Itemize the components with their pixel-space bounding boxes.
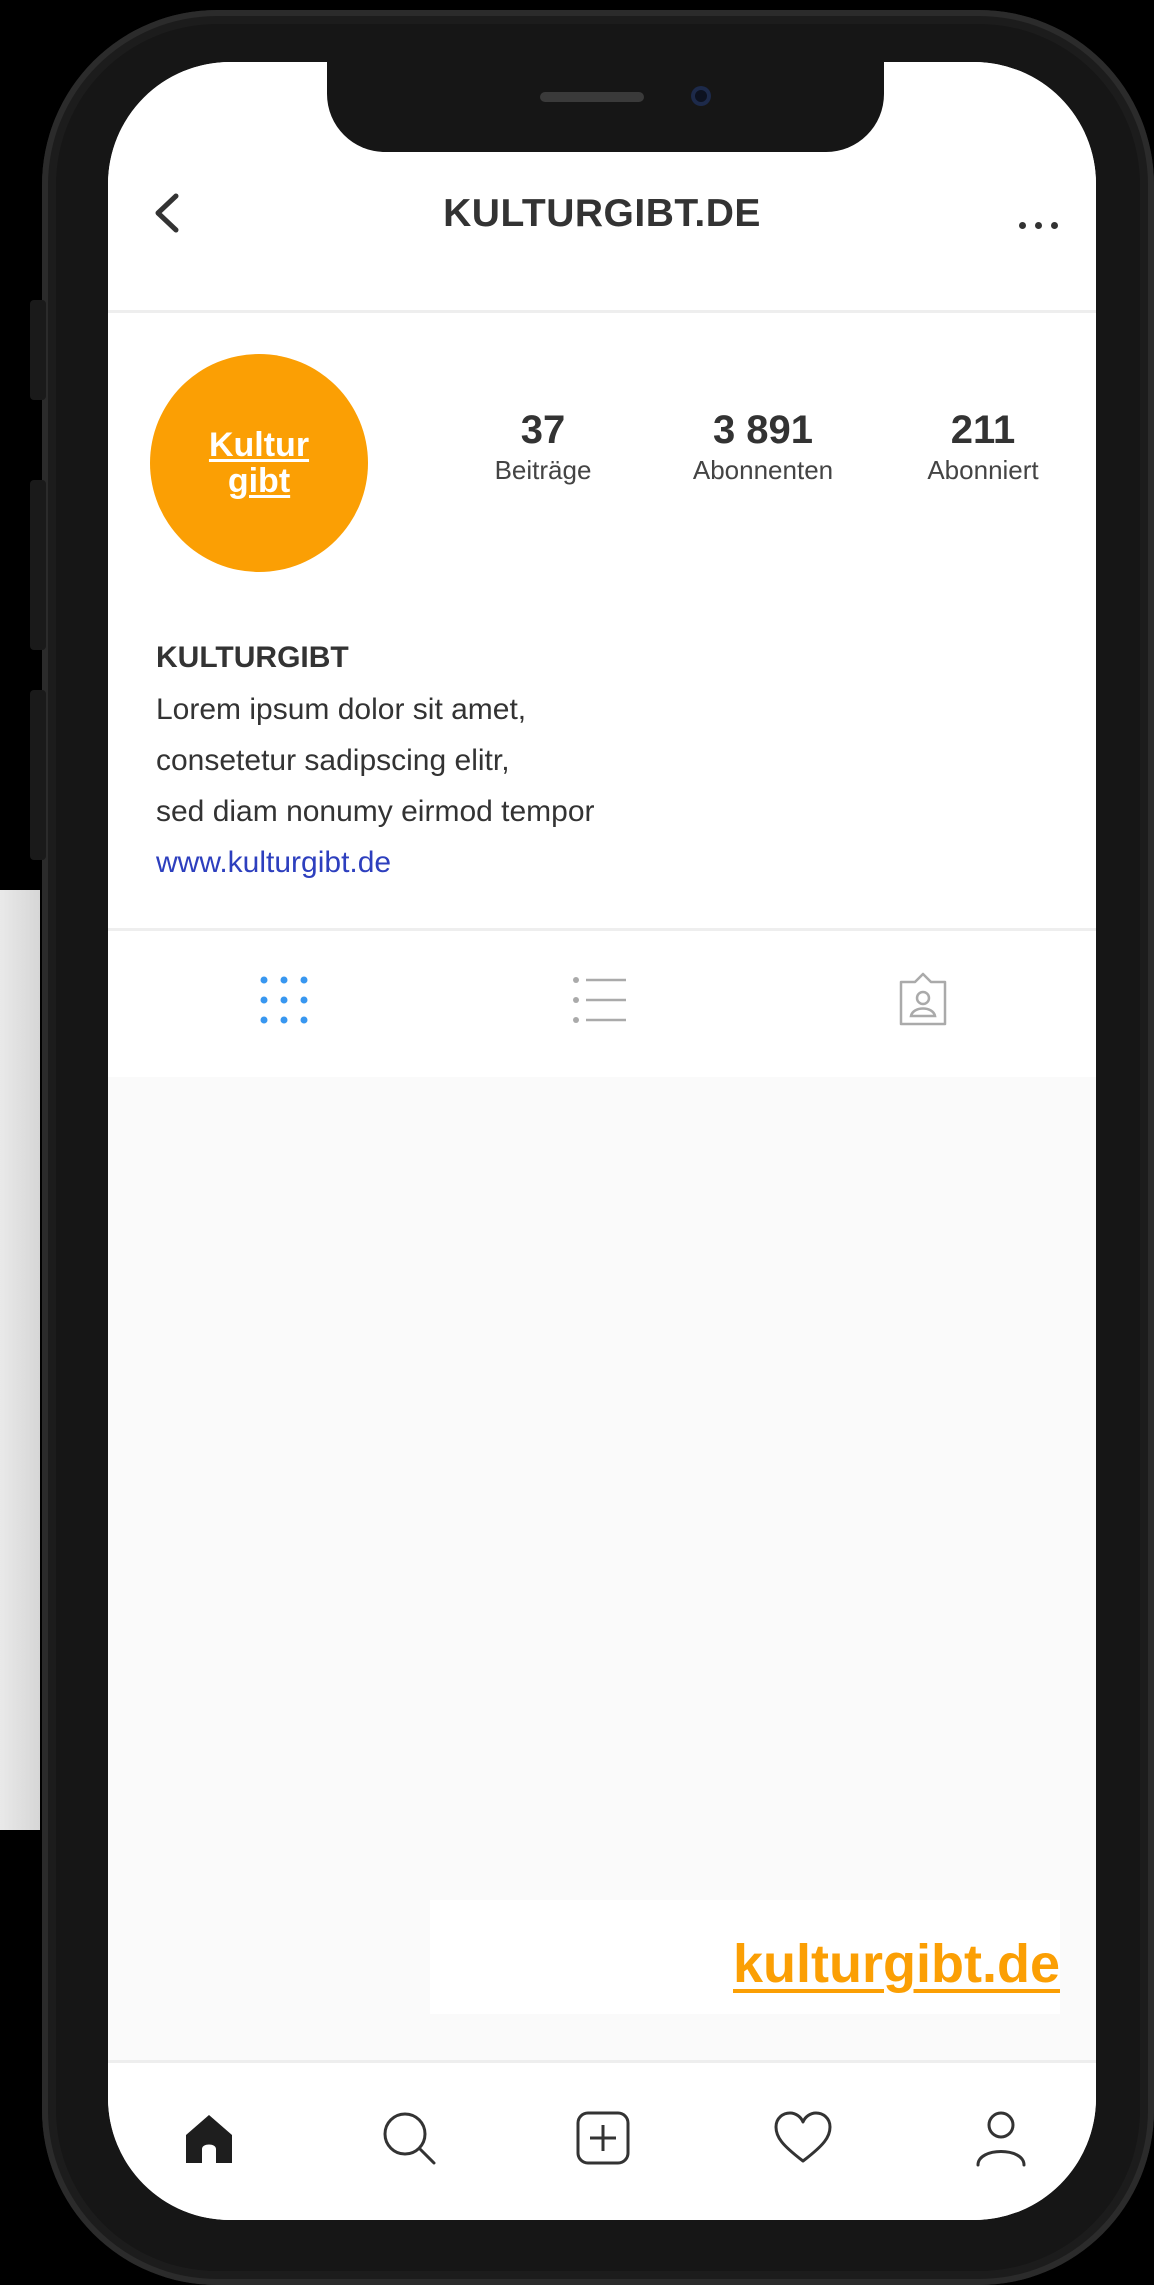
stat-posts-value: 37 <box>520 408 566 452</box>
stat-following-label: Abonniert <box>927 455 1039 485</box>
stat-followers-value: 3 891 <box>712 408 814 452</box>
speaker-grille <box>540 92 644 102</box>
stat-posts[interactable]: 37 Beiträge <box>473 407 613 487</box>
profile-name: KULTURGIBT <box>156 641 349 674</box>
tabs-divider <box>108 928 1096 931</box>
bio-line-3: sed diam nonumy eirmod tempor <box>156 795 595 828</box>
bio-line-2: consetetur sadipscing elitr, <box>156 744 510 777</box>
phone-screen: KULTURGIBT.DE Kultur gibt 37 Beiträge 3 … <box>108 62 1096 2220</box>
profile-website-link[interactable]: www.kulturgibt.de <box>156 837 595 888</box>
avatar-logo-line-1: Kultur <box>208 426 310 464</box>
avatar[interactable]: Kultur gibt <box>150 354 368 572</box>
stat-following-value: 211 <box>950 408 1016 452</box>
bottom-navigation <box>108 2060 1096 2220</box>
avatar-logo-line-2: gibt <box>227 462 291 500</box>
volume-down-button <box>30 690 46 860</box>
stat-followers-label: Abonnenten <box>692 455 834 485</box>
home-icon[interactable] <box>178 2107 240 2169</box>
list-icon[interactable] <box>570 970 630 1030</box>
add-post-icon[interactable] <box>572 2107 634 2169</box>
tagged-icon[interactable] <box>893 970 953 1030</box>
profile-section: KULTURGIBT.DE Kultur gibt 37 Beiträge 3 … <box>108 62 1096 1077</box>
watermark-link[interactable]: kulturgibt.de <box>733 1933 1060 1995</box>
header-divider <box>108 310 1096 313</box>
search-icon[interactable] <box>378 2107 440 2169</box>
volume-up-button <box>30 480 46 650</box>
stat-followers[interactable]: 3 891 Abonnenten <box>673 407 853 487</box>
camera-icon <box>691 86 711 106</box>
bio-line-1: Lorem ipsum dolor sit amet, <box>156 693 527 726</box>
profile-icon[interactable] <box>970 2107 1032 2169</box>
phone-notch <box>327 62 884 152</box>
page-title: KULTURGIBT.DE <box>443 192 761 235</box>
stat-following[interactable]: 211 Abonniert <box>903 407 1063 487</box>
mute-switch <box>30 300 46 400</box>
heart-icon[interactable] <box>772 2107 834 2169</box>
profile-bio: KULTURGIBT Lorem ipsum dolor sit amet, c… <box>156 632 595 888</box>
background-panel <box>0 890 40 1830</box>
more-options-icon[interactable] <box>1010 222 1058 229</box>
stat-posts-label: Beiträge <box>494 455 592 485</box>
grid-icon[interactable] <box>254 970 314 1030</box>
